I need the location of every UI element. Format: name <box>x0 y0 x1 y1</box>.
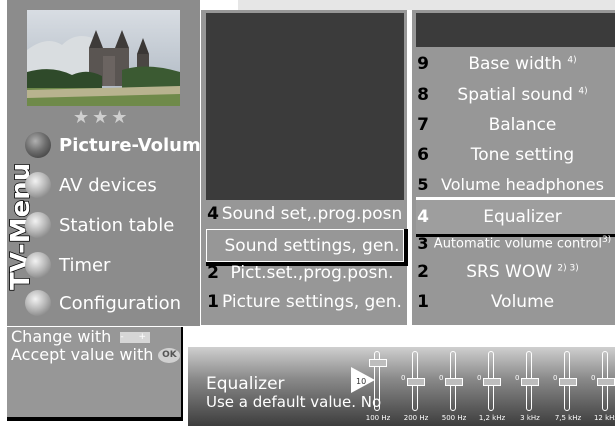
equalizer-title: Equalizer <box>206 374 285 394</box>
submenu-item-number: 2 <box>207 263 219 283</box>
eq-band-knob[interactable] <box>407 378 425 386</box>
eq-band-knob[interactable] <box>559 378 577 386</box>
sound-item-srs-wow[interactable]: 2 SRS WOW 2) 3) <box>416 258 615 286</box>
menu-item-picture-volume[interactable]: Picture-Volume <box>25 131 213 159</box>
eq-band-frequency-label: 100 Hz <box>365 414 391 422</box>
eq-band-slider[interactable]: 0 <box>401 347 430 413</box>
eq-band-knob[interactable] <box>369 359 387 367</box>
menu-bullet-icon <box>25 172 51 198</box>
eq-band-frequency-label: 500 Hz <box>441 414 467 422</box>
picture-thumbnail <box>27 10 180 106</box>
sound-item-number: 5 <box>417 174 429 194</box>
eq-band-frequency-label: 200 Hz <box>403 414 429 422</box>
menu-item-label: Timer <box>59 254 111 276</box>
eq-band-value: 0 <box>591 374 596 382</box>
eq-band-slider[interactable] <box>364 347 392 413</box>
menu-item-av-devices[interactable]: AV devices <box>25 171 157 199</box>
castle-photo-image <box>27 10 180 106</box>
sound-item-number: 8 <box>417 85 429 105</box>
menu-item-configuration[interactable]: Configuration <box>25 289 181 317</box>
menu-bullet-icon <box>25 290 51 316</box>
sound-item-label: Volume headphones <box>441 174 604 194</box>
sound-item-base-width[interactable]: 9 Base width 4) <box>416 50 615 78</box>
equalizer-description: Use a default value. No <box>206 393 382 411</box>
menu-item-label: Picture-Volume <box>59 134 213 156</box>
menu-bullet-icon <box>25 212 51 238</box>
menu-item-label: Station table <box>59 214 175 236</box>
eq-band-knob[interactable] <box>445 378 463 386</box>
submenu-item-label: Sound settings, gen. <box>224 235 400 256</box>
submenu-item-label: Sound set,.prog.posn <box>221 204 403 224</box>
sound-item-number: 4 <box>417 207 429 227</box>
submenu-item-sound-set-prog-posn[interactable]: 4 Sound set,.prog.posn <box>206 200 404 228</box>
sound-item-number: 9 <box>417 54 429 74</box>
menu-item-label: AV devices <box>59 174 157 196</box>
eq-band-value: 0 <box>401 374 406 382</box>
sound-item-label: Equalizer <box>483 207 562 227</box>
sound-item-label: Automatic volume control3) <box>433 234 612 252</box>
sound-item-balance[interactable]: 7 Balance <box>416 111 615 139</box>
sound-item-volume[interactable]: 1 Volume <box>416 288 615 316</box>
eq-band-knob[interactable] <box>521 378 539 386</box>
help-change-text: Change with <box>11 327 112 346</box>
submenu-item-picture-settings-gen[interactable]: 1 Picture settings, gen. <box>206 288 404 316</box>
menu-item-timer[interactable]: Timer <box>25 251 110 279</box>
sound-item-number: 6 <box>417 145 429 165</box>
eq-band-frequency-label: 12 kHz <box>593 414 615 422</box>
eq-band-slider[interactable]: 0 <box>477 347 506 413</box>
sound-item-volume-headphones[interactable]: 5 Volume headphones <box>416 170 615 198</box>
sound-item-automatic-volume-control[interactable]: 3 Automatic volume control3) <box>416 229 615 257</box>
eq-band-knob[interactable] <box>597 378 615 386</box>
sound-item-number: 3 <box>417 233 429 253</box>
eq-band-slider[interactable]: 0 <box>439 347 468 413</box>
eq-band-value: 0 <box>477 374 482 382</box>
menu-item-station-table[interactable]: Station table <box>25 211 174 239</box>
sound-item-label: Tone setting <box>470 145 575 165</box>
eq-band-frequency-label: 1,2 kHz <box>478 414 506 422</box>
eq-band-slider[interactable]: 0 <box>591 347 615 413</box>
eq-band-slider[interactable]: 0 <box>515 347 544 413</box>
eq-band-value: 0 <box>515 374 520 382</box>
ok-button-icon: OK <box>158 348 181 363</box>
sound-item-label: SRS WOW 2) 3) <box>466 262 579 282</box>
menu-item-label: Configuration <box>59 292 182 314</box>
eq-band-value: 0 <box>439 374 444 382</box>
eq-band-frequency-label: 7,5 kHz <box>554 414 582 422</box>
minus-plus-icon: - + <box>120 332 153 343</box>
menu-bullet-icon <box>25 252 51 278</box>
sound-item-label: Balance <box>488 115 557 135</box>
sound-item-label: Base width 4) <box>468 54 577 74</box>
submenu-empty-area <box>206 13 404 200</box>
help-change-line: Change with - + <box>11 327 153 346</box>
eq-band-slider[interactable]: 0 <box>553 347 582 413</box>
sound-item-number: 7 <box>417 115 429 135</box>
submenu-item-pict-set-prog-posn[interactable]: 2 Pict.set.,prog.posn. <box>206 259 404 287</box>
sound-settings-header <box>416 13 615 47</box>
submenu-item-label: Picture settings, gen. <box>222 292 402 312</box>
help-box: Change with - + Accept value with OK <box>7 327 183 421</box>
submenu-item-number: 1 <box>207 292 219 312</box>
eq-band-knob[interactable] <box>483 378 501 386</box>
sound-item-tone-setting[interactable]: 6 Tone setting <box>416 141 615 169</box>
eq-band-value: 0 <box>553 374 558 382</box>
sound-item-label: Volume <box>490 292 555 312</box>
help-accept-text: Accept value with <box>11 345 154 364</box>
sound-item-spatial-sound[interactable]: 8 Spatial sound 4) <box>416 81 615 109</box>
submenu-item-number: 4 <box>207 204 219 224</box>
top-strip <box>238 0 615 10</box>
sound-item-label: Spatial sound 4) <box>457 85 588 105</box>
help-accept-line: Accept value with OK <box>11 345 181 364</box>
submenu-item-label: Pict.set.,prog.posn. <box>230 263 394 283</box>
rating-stars: ★★★ <box>73 107 131 128</box>
menu-bullet-icon <box>25 132 51 158</box>
sound-item-number: 2 <box>417 262 429 282</box>
sound-item-number: 1 <box>417 292 429 312</box>
eq-band-frequency-label: 3 kHz <box>520 414 540 422</box>
